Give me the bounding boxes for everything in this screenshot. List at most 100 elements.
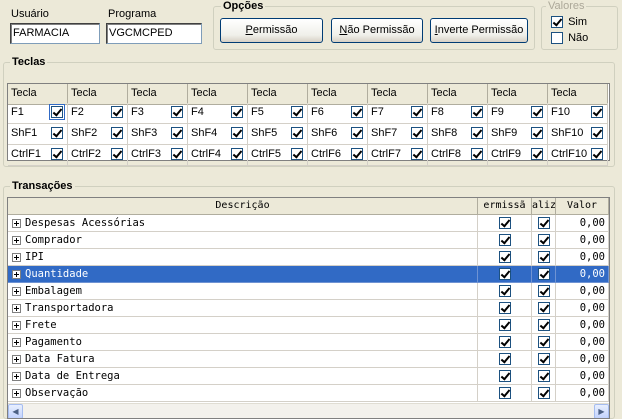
key-cell[interactable]: ShF9	[488, 124, 548, 145]
value-cell[interactable]: 0,00	[556, 300, 609, 317]
permission-checkbox[interactable]	[498, 353, 511, 365]
key-cell[interactable]: F7	[368, 103, 428, 124]
key-cell[interactable]: ShF6	[308, 124, 368, 145]
value-cell[interactable]: 0,00	[556, 368, 609, 385]
key-checkbox[interactable]	[111, 148, 123, 160]
permission-cell[interactable]	[478, 232, 532, 249]
column-header-description[interactable]: Descrição	[8, 198, 478, 215]
key-checkbox[interactable]	[351, 148, 363, 160]
scroll-right-icon[interactable]: ▶	[594, 404, 609, 418]
key-cell[interactable]: F8	[428, 103, 488, 124]
key-checkbox[interactable]	[231, 127, 243, 139]
utilization-checkbox[interactable]	[537, 285, 550, 297]
permission-cell[interactable]	[478, 249, 532, 266]
no-permission-button[interactable]: Não Permissão	[331, 18, 423, 43]
key-checkbox[interactable]	[171, 127, 183, 139]
utilization-checkbox[interactable]	[537, 387, 550, 399]
column-header-value[interactable]: Valor	[556, 198, 609, 215]
key-checkbox[interactable]	[171, 106, 183, 118]
key-checkbox[interactable]	[411, 106, 423, 118]
description-cell[interactable]: Observação	[8, 385, 478, 402]
utilization-checkbox[interactable]	[537, 234, 550, 246]
key-cell[interactable]: CtrlF4	[188, 145, 248, 166]
utilization-cell[interactable]	[532, 334, 556, 351]
table-row[interactable]: Observação 0,00	[8, 385, 609, 402]
expand-plus-icon[interactable]	[12, 304, 21, 313]
key-cell[interactable]: F3	[128, 103, 188, 124]
permission-checkbox[interactable]	[498, 285, 511, 297]
utilization-cell[interactable]	[532, 351, 556, 368]
key-cell[interactable]: F2	[68, 103, 128, 124]
key-checkbox[interactable]	[111, 127, 123, 139]
permission-cell[interactable]	[478, 368, 532, 385]
key-cell[interactable]: ShF2	[68, 124, 128, 145]
values-yes-option[interactable]: Sim	[551, 16, 587, 29]
key-cell[interactable]: CtrlF7	[368, 145, 428, 166]
description-cell[interactable]: Data Fatura	[8, 351, 478, 368]
scroll-left-icon[interactable]: ◀	[8, 404, 23, 418]
key-checkbox[interactable]	[531, 127, 543, 139]
key-cell[interactable]: CtrlF2	[68, 145, 128, 166]
key-cell[interactable]: ShF1	[8, 124, 68, 145]
key-cell[interactable]: F10	[548, 103, 608, 124]
permission-cell[interactable]	[478, 385, 532, 402]
description-cell[interactable]: Pagamento	[8, 334, 478, 351]
permission-cell[interactable]	[478, 300, 532, 317]
value-cell[interactable]: 0,00	[556, 283, 609, 300]
key-checkbox[interactable]	[471, 148, 483, 160]
table-row[interactable]: Data Fatura 0,00	[8, 351, 609, 368]
description-cell[interactable]: Embalagem	[8, 283, 478, 300]
utilization-checkbox[interactable]	[537, 217, 550, 229]
permission-checkbox[interactable]	[498, 336, 511, 348]
table-row[interactable]: Comprador 0,00	[8, 232, 609, 249]
key-checkbox[interactable]	[291, 148, 303, 160]
horizontal-scrollbar[interactable]: ◀ ▶	[8, 403, 609, 418]
utilization-checkbox[interactable]	[537, 319, 550, 331]
utilization-cell[interactable]	[532, 368, 556, 385]
key-cell[interactable]: ShF10	[548, 124, 608, 145]
key-cell[interactable]: F6	[308, 103, 368, 124]
key-cell[interactable]: CtrlF1	[8, 145, 68, 166]
key-checkbox[interactable]	[591, 127, 603, 139]
permission-checkbox[interactable]	[498, 217, 511, 229]
expand-plus-icon[interactable]	[12, 270, 21, 279]
key-checkbox[interactable]	[351, 127, 363, 139]
permission-checkbox[interactable]	[498, 319, 511, 331]
permission-checkbox[interactable]	[498, 268, 511, 280]
value-cell[interactable]: 0,00	[556, 249, 609, 266]
permission-button[interactable]: Permissão	[220, 18, 323, 43]
permission-cell[interactable]	[478, 334, 532, 351]
expand-plus-icon[interactable]	[12, 355, 21, 364]
key-checkbox[interactable]	[351, 106, 363, 118]
value-cell[interactable]: 0,00	[556, 232, 609, 249]
invert-permission-button[interactable]: Inverte Permissão	[430, 18, 528, 43]
expand-plus-icon[interactable]	[12, 253, 21, 262]
key-cell[interactable]: ShF7	[368, 124, 428, 145]
key-checkbox[interactable]	[591, 148, 603, 160]
utilization-checkbox[interactable]	[537, 302, 550, 314]
utilization-cell[interactable]	[532, 266, 556, 283]
permission-cell[interactable]	[478, 317, 532, 334]
permission-checkbox[interactable]	[498, 387, 511, 399]
description-cell[interactable]: Data de Entrega	[8, 368, 478, 385]
key-cell[interactable]: CtrlF9	[488, 145, 548, 166]
key-cell[interactable]: F1	[8, 103, 68, 124]
permission-cell[interactable]	[478, 283, 532, 300]
key-checkbox[interactable]	[471, 127, 483, 139]
table-row[interactable]: Quantidade 0,00	[8, 266, 609, 283]
utilization-checkbox[interactable]	[537, 336, 550, 348]
utilization-cell[interactable]	[532, 232, 556, 249]
key-checkbox[interactable]	[531, 148, 543, 160]
key-cell[interactable]: CtrlF10	[548, 145, 608, 166]
user-input[interactable]: FARMACIA	[10, 23, 100, 44]
key-checkbox[interactable]	[111, 106, 123, 118]
key-cell[interactable]: F5	[248, 103, 308, 124]
permission-cell[interactable]	[478, 215, 532, 232]
expand-plus-icon[interactable]	[12, 236, 21, 245]
description-cell[interactable]: Frete	[8, 317, 478, 334]
key-cell[interactable]: CtrlF8	[428, 145, 488, 166]
value-cell[interactable]: 0,00	[556, 215, 609, 232]
key-checkbox[interactable]	[471, 106, 483, 118]
values-no-option[interactable]: Não	[551, 32, 588, 45]
key-cell[interactable]: CtrlF5	[248, 145, 308, 166]
